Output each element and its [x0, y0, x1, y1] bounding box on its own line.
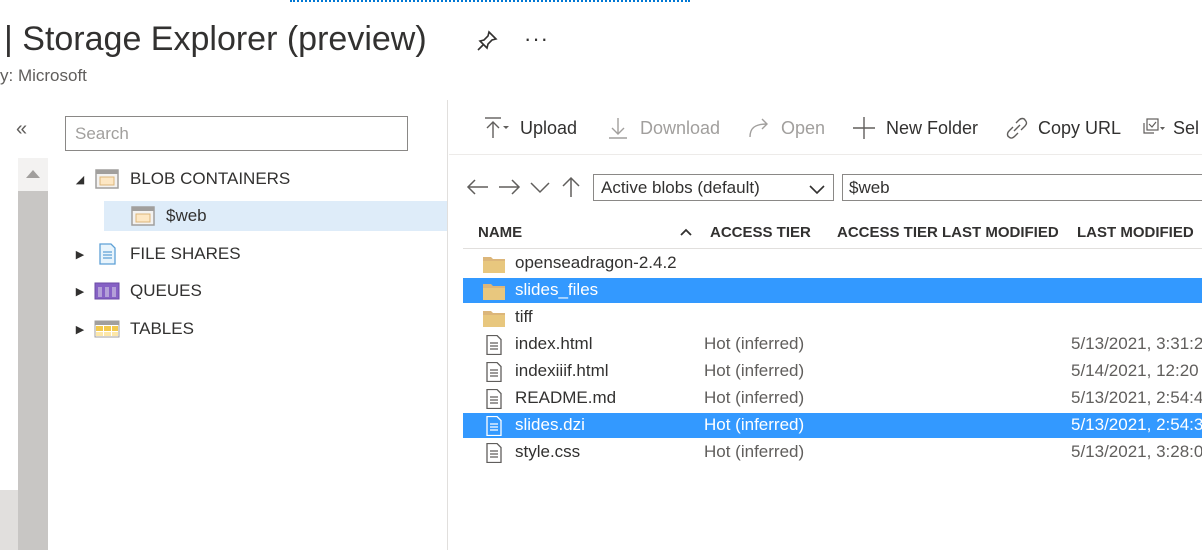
toolbar: Upload Download Open New Folder Copy URL… [449, 100, 1202, 155]
collapsed-arrow-icon[interactable]: ▶ [66, 323, 94, 336]
new-folder-button[interactable]: New Folder [852, 114, 978, 142]
row-access-tier: Hot (inferred) [704, 415, 805, 434]
select-all-icon [1141, 115, 1167, 141]
file-icon [482, 415, 506, 437]
table-row[interactable]: slides_files [463, 278, 1202, 303]
view-filter-value: Active blobs (default) [601, 177, 760, 197]
panel-divider[interactable] [447, 100, 448, 550]
view-filter-dropdown[interactable]: Active blobs (default) [593, 174, 834, 201]
folder-icon [482, 308, 506, 328]
more-options-button[interactable]: ··· [524, 26, 549, 52]
row-access-tier: Hot (inferred) [704, 442, 805, 461]
download-label: Download [640, 117, 721, 138]
new-folder-label: New Folder [886, 117, 979, 138]
upload-icon [482, 115, 512, 141]
folder-icon [482, 254, 506, 274]
collapsed-arrow-icon[interactable]: ▶ [66, 285, 94, 298]
tree-item-label: BLOB CONTAINERS [130, 169, 291, 188]
expand-chevron-icon[interactable] [528, 176, 554, 198]
queue-icon [94, 280, 120, 302]
collapsed-arrow-icon[interactable]: ▶ [66, 248, 94, 261]
file-icon [482, 334, 506, 356]
scrollbar-thumb[interactable] [18, 191, 48, 550]
row-last-modified: 5/14/2021, 12:20 [1071, 361, 1199, 380]
table-icon [94, 318, 120, 340]
table-header: NAME ACCESS TIER ACCESS TIER LAST MODIFI… [463, 217, 1202, 249]
scroll-up-icon[interactable] [26, 170, 40, 178]
expanded-arrow-icon[interactable]: ◢ [66, 173, 94, 186]
column-header-name[interactable]: NAME [478, 224, 522, 241]
file-share-icon [94, 243, 120, 265]
tree-scrollbar[interactable] [18, 158, 48, 550]
table-row[interactable]: openseadragon-2.4.2 [463, 251, 1202, 276]
column-header-access-tier[interactable]: ACCESS TIER [710, 224, 811, 241]
tree-item-web-container[interactable]: $web [104, 201, 447, 231]
select-label: Sel [1173, 117, 1200, 138]
up-arrow-icon[interactable] [558, 176, 584, 198]
link-icon [1004, 115, 1030, 141]
row-name: openseadragon-2.4.2 [515, 253, 677, 272]
row-name: slides_files [515, 280, 599, 299]
plus-icon [852, 115, 878, 141]
column-header-access-tier-last-modified[interactable]: ACCESS TIER LAST MODIFIED [837, 224, 1059, 241]
copy-url-label: Copy URL [1038, 117, 1122, 138]
select-button[interactable]: Sel [1141, 114, 1199, 142]
upload-label: Upload [520, 117, 578, 138]
tree-item-queues[interactable]: ▶ QUEUES [66, 276, 202, 306]
download-icon [606, 115, 632, 141]
page-title: | Storage Explorer (preview) [4, 20, 427, 58]
file-icon [482, 442, 506, 464]
open-icon [747, 115, 773, 141]
pin-icon[interactable] [474, 28, 500, 54]
table-row[interactable]: tiff [463, 305, 1202, 330]
table-row[interactable]: indexiiif.html Hot (inferred) 5/14/2021, 1… [463, 359, 1202, 384]
row-name: tiff [515, 307, 533, 326]
row-last-modified: 5/13/2021, 3:28:0 [1071, 442, 1202, 461]
tree-item-file-shares[interactable]: ▶ FILE SHARES [66, 239, 241, 269]
folder-icon [482, 281, 506, 301]
upload-button[interactable]: Upload [482, 114, 577, 142]
path-input[interactable]: $web [842, 174, 1202, 201]
tree-item-label: $web [166, 206, 207, 225]
row-access-tier: Hot (inferred) [704, 334, 805, 353]
open-button[interactable]: Open [747, 114, 825, 142]
copy-url-button[interactable]: Copy URL [1004, 114, 1121, 142]
tree-item-tables[interactable]: ▶ TABLES [66, 314, 194, 344]
tree-item-label: TABLES [130, 319, 194, 338]
file-icon [482, 361, 506, 383]
row-last-modified: 5/13/2021, 3:31:2 [1071, 334, 1202, 353]
row-name: README.md [515, 388, 617, 407]
row-last-modified: 5/13/2021, 2:54:3 [1071, 415, 1202, 434]
container-icon [130, 205, 156, 227]
tree-item-label: FILE SHARES [130, 244, 241, 263]
breadcrumb-link-strip [290, 0, 690, 4]
collapse-panel-button[interactable]: « [16, 118, 27, 141]
table-row[interactable]: index.html Hot (inferred) 5/13/2021, 3:31:… [463, 332, 1202, 357]
file-icon [482, 388, 506, 410]
back-arrow-icon[interactable] [465, 176, 491, 198]
row-name: slides.dzi [515, 415, 585, 434]
row-access-tier: Hot (inferred) [704, 361, 805, 380]
row-access-tier: Hot (inferred) [704, 388, 805, 407]
chevron-down-icon [809, 180, 825, 195]
column-header-last-modified[interactable]: LAST MODIFIED [1077, 224, 1194, 241]
open-label: Open [781, 117, 826, 138]
row-last-modified: 5/13/2021, 2:54:4 [1071, 388, 1202, 407]
row-name: indexiiif.html [515, 361, 609, 380]
table-row[interactable]: style.css Hot (inferred) 5/13/2021, 3:28:0 [463, 440, 1202, 465]
search-input[interactable] [65, 116, 408, 151]
page-subtitle: y: Microsoft [0, 66, 87, 85]
table-row[interactable]: README.md Hot (inferred) 5/13/2021, 2:54:4 [463, 386, 1202, 411]
forward-arrow-icon[interactable] [496, 176, 522, 198]
sort-ascending-icon[interactable] [679, 224, 693, 236]
tree-item-blob-containers[interactable]: ◢ BLOB CONTAINERS [66, 164, 290, 194]
row-name: style.css [515, 442, 581, 461]
row-name: index.html [515, 334, 593, 353]
blob-container-icon [94, 168, 120, 190]
path-value: $web [849, 177, 890, 197]
download-button[interactable]: Download [606, 114, 720, 142]
tree-item-label: QUEUES [130, 281, 202, 300]
left-edge-panel [0, 490, 18, 550]
table-row[interactable]: slides.dzi Hot (inferred) 5/13/2021, 2:54:… [463, 413, 1202, 438]
